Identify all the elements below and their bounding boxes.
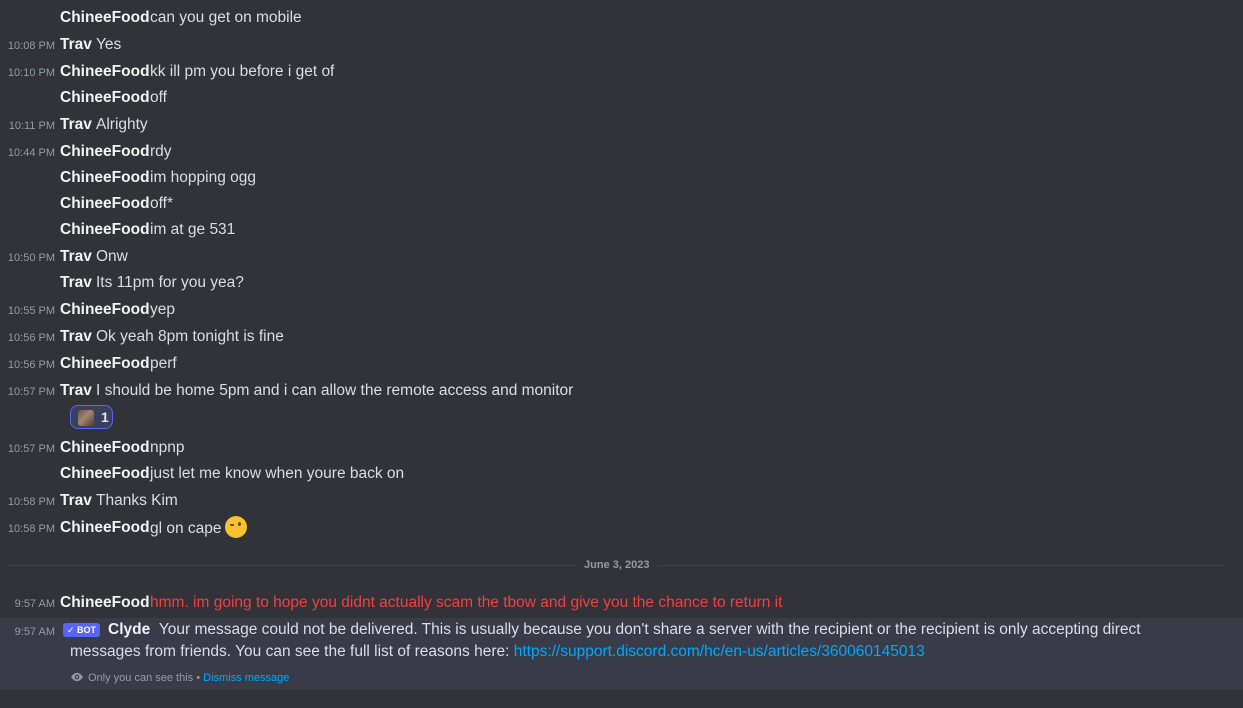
message-text: kk ill pm you before i get of — [150, 63, 335, 80]
failed-message-text: hmm. im going to hope you didnt actually… — [150, 594, 783, 611]
message-text: im hopping ogg — [150, 169, 256, 186]
clyde-author[interactable]: Clyde — [108, 621, 150, 638]
winking-face-emoji-icon — [224, 516, 247, 538]
message-timestamp: 10:57 PM — [7, 443, 55, 455]
message-text: npnp — [150, 439, 185, 456]
message-author[interactable]: ChineeFood — [60, 516, 150, 540]
message: ChineeFood can you get on mobile — [0, 6, 1243, 30]
message: 10:50 PM Trav Onw — [0, 245, 1243, 269]
message-author[interactable]: ChineeFood — [60, 436, 150, 460]
message-text: rdy — [150, 143, 172, 160]
message: 10:11 PM Trav Alrighty — [0, 113, 1243, 137]
message: 10:58 PM ChineeFood gl on cape — [0, 516, 1243, 540]
message-text: Its 11pm for you yea? — [96, 274, 244, 291]
message-timestamp: 10:10 PM — [7, 67, 55, 79]
message-text: I should be home 5pm and i can allow the… — [96, 382, 574, 399]
message-author[interactable]: Trav — [60, 325, 92, 349]
eye-icon — [71, 672, 83, 682]
message: 10:55 PM ChineeFood yep — [0, 298, 1243, 322]
message-timestamp: 10:58 PM — [7, 523, 55, 535]
message-author[interactable]: Trav — [60, 379, 92, 403]
message: 10:56 PM ChineeFood perf — [0, 352, 1243, 376]
message-text: im at ge 531 — [150, 221, 236, 238]
message-author[interactable]: ChineeFood — [60, 6, 150, 30]
message-text: Thanks Kim — [96, 492, 178, 509]
message-author[interactable]: ChineeFood — [60, 60, 150, 84]
ephemeral-notice: Only you can see this • Dismiss message — [70, 670, 289, 686]
message: 10:57 PM ChineeFood npnp — [0, 436, 1243, 460]
message-timestamp: 10:57 PM — [7, 386, 55, 398]
message: ChineeFood im at ge 531 — [0, 218, 1243, 242]
message-timestamp: 10:58 PM — [7, 496, 55, 508]
message: Trav Its 11pm for you yea? — [0, 271, 1243, 295]
support-link[interactable]: https://support.discord.com/hc/en-us/art… — [514, 643, 925, 660]
date-divider-label: June 3, 2023 — [576, 557, 658, 573]
message-author[interactable]: Trav — [60, 245, 92, 269]
message: 10:10 PM ChineeFood kk ill pm you before… — [0, 60, 1243, 84]
chat-messages: ChineeFood can you get on mobile 10:08 P… — [0, 0, 1243, 708]
message-author[interactable]: Trav — [60, 33, 92, 57]
message-text: Yes — [96, 36, 122, 53]
message: 10:44 PM ChineeFood rdy — [0, 140, 1243, 164]
message-text: perf — [150, 355, 177, 372]
message-author[interactable]: ChineeFood — [60, 86, 150, 110]
message-timestamp: 10:11 PM — [8, 120, 55, 132]
message-timestamp: 10:56 PM — [7, 359, 55, 371]
message-author[interactable]: Trav — [60, 489, 92, 513]
custom-emoji-icon — [78, 410, 94, 426]
message: 10:58 PM Trav Thanks Kim — [0, 489, 1243, 513]
message-timestamp: 10:50 PM — [7, 252, 55, 264]
message-author[interactable]: ChineeFood — [60, 140, 150, 164]
message-timestamp: 10:08 PM — [7, 40, 55, 52]
failed-message: 9:57 AM ChineeFood hmm. im going to hope… — [0, 591, 1243, 615]
message: ChineeFood off* — [0, 192, 1243, 216]
message: ChineeFood im hopping ogg — [0, 166, 1243, 190]
message: 10:08 PM Trav Yes — [0, 33, 1243, 57]
only-you-label: Only you can see this • — [88, 672, 201, 684]
message-text: Onw — [96, 248, 128, 265]
message-text: can you get on mobile — [150, 9, 302, 26]
message: ChineeFood just let me know when youre b… — [0, 462, 1243, 486]
message-timestamp: 10:55 PM — [7, 305, 55, 317]
message-text: Alrighty — [96, 116, 148, 133]
clyde-message-body: Clyde Your message could not be delivere… — [70, 619, 1190, 663]
message-timestamp: 9:57 AM — [14, 626, 55, 638]
message-author[interactable]: ChineeFood — [60, 192, 150, 216]
message: 10:57 PM Trav I should be home 5pm and i… — [0, 379, 1243, 403]
message-author[interactable]: Trav — [60, 113, 92, 137]
message-timestamp: 10:44 PM — [7, 147, 55, 159]
message-author[interactable]: ChineeFood — [60, 218, 150, 242]
message-author[interactable]: ChineeFood — [60, 352, 150, 376]
reaction-count: 1 — [101, 409, 109, 425]
message-text: Ok yeah 8pm tonight is fine — [96, 328, 284, 345]
message-text: just let me know when youre back on — [150, 465, 405, 482]
message-text: gl on cape — [150, 520, 222, 537]
message-author[interactable]: ChineeFood — [60, 462, 150, 486]
message: ChineeFood off — [0, 86, 1243, 110]
reaction-button[interactable]: 1 — [70, 405, 113, 429]
message: 10:56 PM Trav Ok yeah 8pm tonight is fin… — [0, 325, 1243, 349]
message-text: off — [150, 89, 167, 106]
dismiss-message-link[interactable]: Dismiss message — [203, 672, 289, 684]
message-timestamp: 9:57 AM — [14, 598, 55, 610]
message-author[interactable]: ChineeFood — [60, 298, 150, 322]
message-author[interactable]: ChineeFood — [60, 591, 150, 615]
message-text: yep — [150, 301, 175, 318]
message-text: off* — [150, 195, 173, 212]
message-author[interactable]: Trav — [60, 271, 92, 295]
message-author[interactable]: ChineeFood — [60, 166, 150, 190]
message-timestamp: 10:56 PM — [7, 332, 55, 344]
